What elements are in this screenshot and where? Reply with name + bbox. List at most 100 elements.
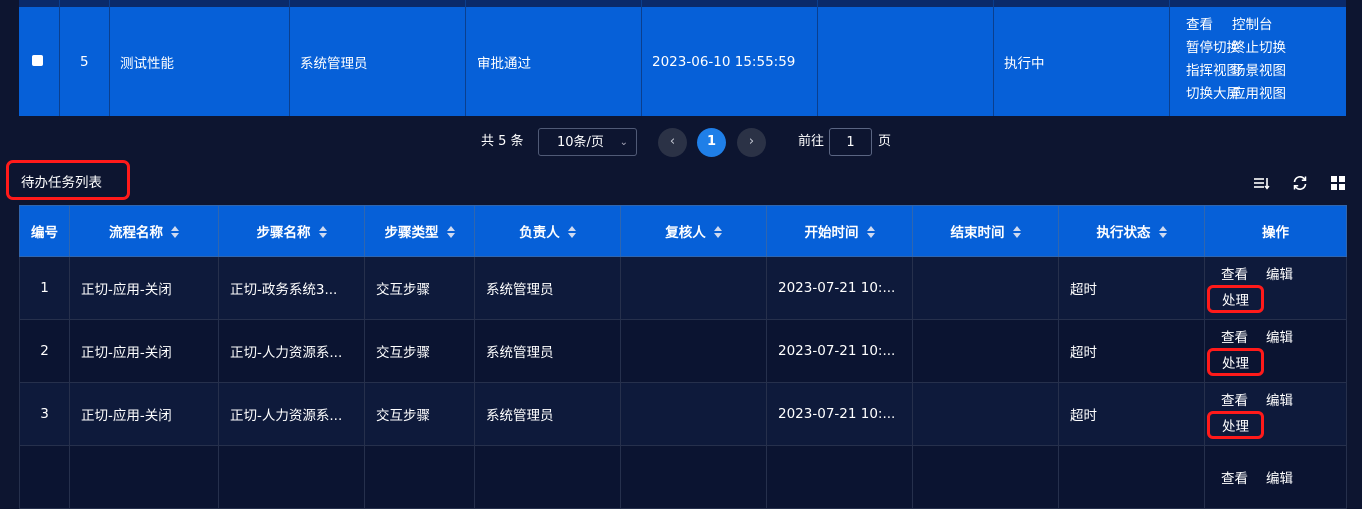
- cell-flow: 正切-应用-关闭: [69, 319, 219, 383]
- sort-icon[interactable]: [866, 226, 875, 238]
- cell-flow: 正切-应用-关闭: [69, 256, 219, 320]
- goto-page-input[interactable]: 1: [829, 128, 872, 156]
- edit-link[interactable]: 编辑: [1266, 393, 1293, 409]
- col-divider: [289, 0, 290, 116]
- sort-icon[interactable]: [446, 226, 455, 238]
- cell-actions: 查看 编辑: [1204, 445, 1347, 509]
- col-divider: [641, 0, 642, 116]
- cell-reviewer: [620, 382, 767, 446]
- cell-end: [912, 382, 1059, 446]
- view-link[interactable]: 查看: [1221, 267, 1248, 283]
- pagination: 共 5 条 10条/页 ⌄ ‹ 1 › 前往 1 页: [0, 128, 1362, 157]
- cell-type: 交互步骤: [364, 382, 475, 446]
- page-unit-label: 页: [878, 134, 892, 149]
- selected-row[interactable]: 5 测试性能 系统管理员 审批通过 2023-06-10 15:55:59 执行…: [19, 0, 1346, 116]
- row-index: 5: [80, 54, 89, 70]
- cell-owner: 系统管理员: [474, 382, 621, 446]
- header-start-time[interactable]: 开始时间: [766, 205, 913, 257]
- cell-type: 交互步骤: [364, 319, 475, 383]
- cell-status: 超时: [1058, 256, 1205, 320]
- view-link[interactable]: 查看: [1221, 471, 1248, 487]
- cell-status: [1058, 445, 1205, 509]
- handle-link[interactable]: 处理: [1207, 285, 1264, 313]
- header-flow-name[interactable]: 流程名称: [69, 205, 219, 257]
- table-row: 查看 编辑: [19, 445, 1347, 509]
- header-step-type[interactable]: 步骤类型: [364, 205, 475, 257]
- header-owner[interactable]: 负责人: [474, 205, 621, 257]
- cell-start: [766, 445, 913, 509]
- header-end-time[interactable]: 结束时间: [912, 205, 1059, 257]
- header-step-name[interactable]: 步骤名称: [218, 205, 365, 257]
- cell-id: 2: [19, 319, 70, 383]
- view-link[interactable]: 查看: [1186, 16, 1232, 34]
- table-row: 1 正切-应用-关闭 正切-政务系统3... 交互步骤 系统管理员 2023-0…: [19, 256, 1347, 320]
- cell-flow: [69, 445, 219, 509]
- sort-icon[interactable]: [318, 226, 327, 238]
- cell-reviewer: [620, 319, 767, 383]
- cell-reviewer: [620, 256, 767, 320]
- cell-status: 超时: [1058, 382, 1205, 446]
- cell-status: 超时: [1058, 319, 1205, 383]
- chevron-down-icon: ⌄: [619, 137, 628, 148]
- total-count: 共 5 条: [481, 134, 524, 149]
- goto-label: 前往: [798, 134, 825, 149]
- cell-actions: 查看 编辑 处理: [1204, 382, 1347, 446]
- header-id: 编号: [19, 205, 70, 257]
- cell-type: 交互步骤: [364, 256, 475, 320]
- cell-id: 3: [19, 382, 70, 446]
- col-divider: [109, 0, 110, 116]
- cell-end: [912, 319, 1059, 383]
- row-operations: 查看 控制台 暂停切换 终止切换 指挥视图 场景视图 切换大屏 应用视图: [1186, 16, 1314, 103]
- page-size-value: 10条/页: [557, 135, 604, 150]
- console-link[interactable]: 控制台: [1232, 16, 1314, 34]
- pause-switch-link[interactable]: 暂停切换: [1186, 39, 1240, 57]
- app-view-link[interactable]: 应用视图: [1232, 85, 1314, 103]
- stop-switch-link[interactable]: 终止切换: [1232, 39, 1314, 57]
- prev-page-button[interactable]: ‹: [658, 128, 687, 157]
- cell-end: [912, 256, 1059, 320]
- cell-actions: 查看 编辑 处理: [1204, 256, 1347, 320]
- sort-icon[interactable]: [567, 226, 576, 238]
- section-title: 待办任务列表: [6, 160, 130, 200]
- grid-view-icon[interactable]: [1329, 174, 1347, 192]
- view-link[interactable]: 查看: [1221, 330, 1248, 346]
- cell-start: 2023-07-21 10:...: [766, 382, 913, 446]
- cell-step: [218, 445, 365, 509]
- header-reviewer[interactable]: 复核人: [620, 205, 767, 257]
- page-size-select[interactable]: 10条/页 ⌄: [538, 128, 637, 156]
- row-status: 执行中: [1004, 56, 1045, 72]
- scene-view-link[interactable]: 场景视图: [1232, 62, 1314, 80]
- sort-icon[interactable]: [171, 226, 179, 238]
- cell-owner: 系统管理员: [474, 256, 621, 320]
- switch-bigscreen-link[interactable]: 切换大屏: [1186, 85, 1240, 103]
- view-link[interactable]: 查看: [1221, 393, 1248, 409]
- task-table: 编号 流程名称 步骤名称 步骤类型 负责人 复核人 开始时间 结束时间 执行状态…: [19, 205, 1347, 509]
- page-number-button[interactable]: 1: [697, 128, 726, 157]
- row-time: 2023-06-10 15:55:59: [652, 54, 796, 70]
- next-page-button[interactable]: ›: [737, 128, 766, 157]
- row-divider: [19, 0, 1346, 7]
- cell-step: 正切-人力资源系...: [218, 319, 365, 383]
- header-status[interactable]: 执行状态: [1058, 205, 1205, 257]
- edit-link[interactable]: 编辑: [1266, 330, 1293, 346]
- row-name: 测试性能: [120, 56, 174, 72]
- sort-icon[interactable]: [713, 226, 722, 238]
- row-approval: 审批通过: [477, 56, 531, 72]
- cell-flow: 正切-应用-关闭: [69, 382, 219, 446]
- cell-type: [364, 445, 475, 509]
- sort-icon[interactable]: [1158, 226, 1167, 238]
- table-row: 3 正切-应用-关闭 正切-人力资源系... 交互步骤 系统管理员 2023-0…: [19, 382, 1347, 446]
- edit-link[interactable]: 编辑: [1266, 471, 1293, 487]
- cell-start: 2023-07-21 10:...: [766, 256, 913, 320]
- column-filter-icon[interactable]: [1252, 174, 1270, 192]
- handle-link[interactable]: 处理: [1207, 348, 1264, 376]
- handle-link[interactable]: 处理: [1207, 411, 1264, 439]
- refresh-icon[interactable]: [1291, 174, 1309, 192]
- cell-step: 正切-政务系统3...: [218, 256, 365, 320]
- col-divider: [59, 0, 60, 116]
- row-checkbox[interactable]: [32, 55, 43, 66]
- command-view-link[interactable]: 指挥视图: [1186, 62, 1240, 80]
- sort-icon[interactable]: [1012, 226, 1021, 238]
- edit-link[interactable]: 编辑: [1266, 267, 1293, 283]
- header-actions: 操作: [1204, 205, 1347, 257]
